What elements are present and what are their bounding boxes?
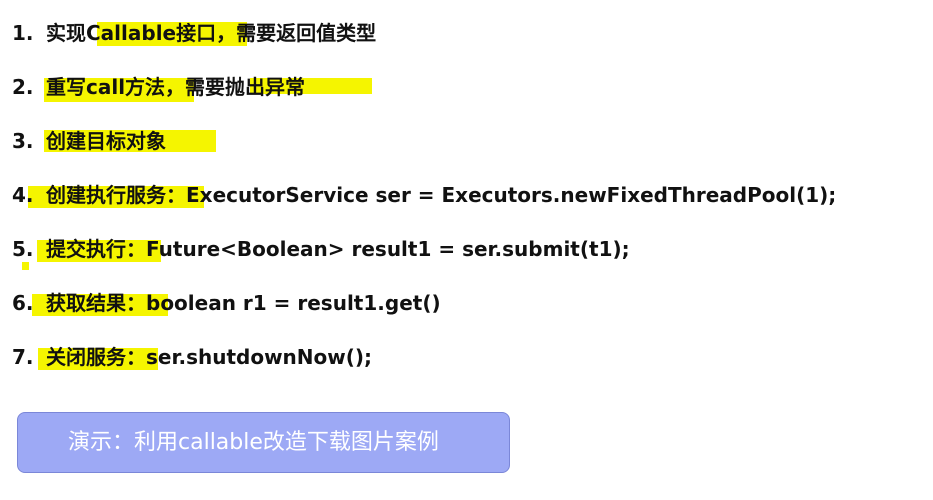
step-label: 关闭服务： — [46, 345, 146, 369]
step-label: 实现Callable接口， — [46, 21, 237, 45]
step-label: 提交执行： — [46, 237, 146, 261]
step-2: 2. 重写call方法，需要抛出异常 — [12, 72, 305, 102]
step-number: 6. — [12, 291, 34, 315]
step-number: 2. — [12, 75, 34, 99]
step-detail: 需要返回值类型 — [236, 21, 377, 45]
step-number: 1. — [12, 21, 34, 45]
step-detail: Future<Boolean> result1 = ser.submit(t1)… — [146, 237, 630, 261]
step-number: 4. — [12, 183, 34, 207]
step-label: 获取结果： — [46, 291, 146, 315]
step-5: 5. 提交执行：Future<Boolean> result1 = ser.sub… — [12, 234, 630, 264]
step-detail: ser.shutdownNow(); — [146, 345, 373, 369]
step-number: 7. — [12, 345, 34, 369]
step-detail: ExecutorService ser = Executors.newFixed… — [186, 183, 837, 207]
step-detail: boolean r1 = result1.get() — [146, 291, 441, 315]
step-3: 3. 创建目标对象 — [12, 126, 166, 156]
step-number: 5. — [12, 237, 34, 261]
step-number: 3. — [12, 129, 34, 153]
demo-button[interactable]: 演示：利用callable改造下载图片案例 — [17, 412, 510, 473]
step-6: 6. 获取结果：boolean r1 = result1.get() — [12, 288, 441, 318]
step-1: 1. 实现Callable接口，需要返回值类型 — [12, 18, 376, 48]
step-label: 创建执行服务： — [46, 183, 186, 207]
step-7: 7. 关闭服务：ser.shutdownNow(); — [12, 342, 372, 372]
step-label: 创建目标对象 — [46, 129, 166, 153]
step-4: 4. 创建执行服务：ExecutorService ser = Executors… — [12, 180, 836, 210]
step-label: 重写call方法，需要抛出异常 — [46, 75, 306, 99]
